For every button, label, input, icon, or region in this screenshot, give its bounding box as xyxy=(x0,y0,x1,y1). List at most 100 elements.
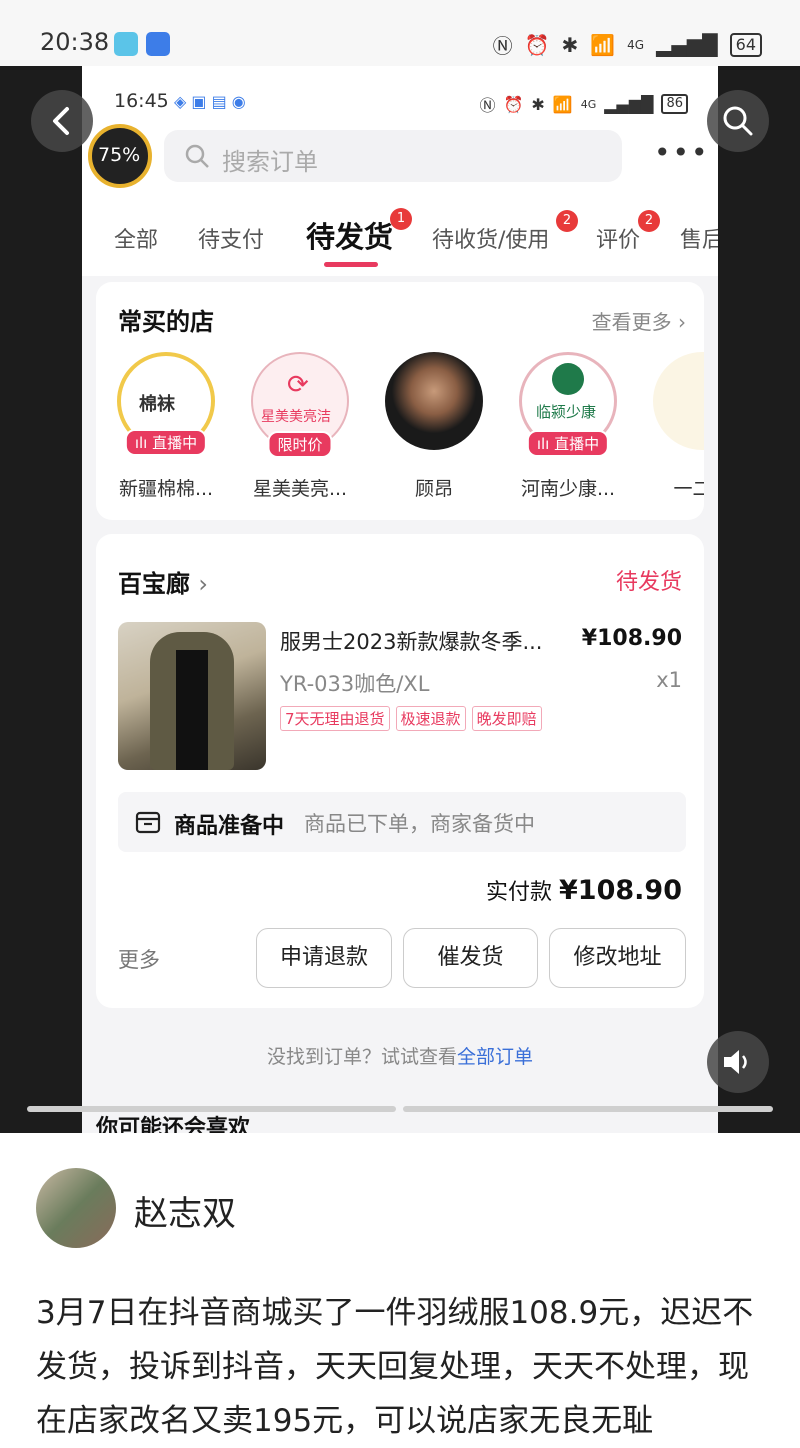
urge-shipment-button[interactable]: 催发货 xyxy=(403,928,538,988)
tab-pending-shipment-badge: 1 xyxy=(390,208,412,230)
more-actions-link[interactable]: 更多 xyxy=(118,944,160,974)
shop-name: 星美美亮... xyxy=(252,478,348,500)
alarm-icon: ⏰ xyxy=(503,94,524,114)
live-tag: ılı 直播中 xyxy=(526,430,610,457)
tab-review-badge: 2 xyxy=(638,210,660,232)
shop-avatar-photo xyxy=(385,352,483,450)
embedded-app-screen: 16:45 ◈ ▣ ▤ ◉ Ⓝ ⏰ ✱ 📶 4G ▂▄▆█ 86 搜索订单 ••… xyxy=(82,66,718,1133)
tab-pending-payment[interactable]: 待支付 xyxy=(198,222,264,254)
service-tag: 7天无理由退货 xyxy=(280,706,390,731)
see-more-link[interactable]: 查看更多 › xyxy=(592,306,686,335)
video-player[interactable]: 16:45 ◈ ▣ ▤ ◉ Ⓝ ⏰ ✱ 📶 4G ▂▄▆█ 86 搜索订单 ••… xyxy=(0,66,800,1133)
speaker-icon xyxy=(724,1050,747,1074)
search-box[interactable]: 搜索订单 xyxy=(164,130,622,182)
product-image[interactable] xyxy=(118,622,266,770)
all-orders-link[interactable]: 全部订单 xyxy=(457,1046,533,1068)
bluetooth-icon: ✱ xyxy=(531,94,545,114)
progress-ring: 75% xyxy=(88,124,152,188)
author-avatar[interactable] xyxy=(36,1168,116,1248)
wifi-icon: 📶 xyxy=(552,94,573,114)
network-type: 4G xyxy=(627,37,645,52)
active-tab-underline xyxy=(324,262,378,267)
not-found-hint: 没找到订单？试试查看全部订单 xyxy=(82,1042,718,1069)
change-address-button[interactable]: 修改地址 xyxy=(549,928,686,988)
progress-description: 商品已下单，商家备货中 xyxy=(304,812,535,836)
more-options-icon[interactable]: ••• xyxy=(654,136,710,169)
store-name: 百宝廊 xyxy=(118,570,190,598)
tab-all[interactable]: 全部 xyxy=(114,222,158,254)
order-tabs: 全部 待支付 待发货 1 待收货/使用 2 评价 2 售后 xyxy=(82,208,718,274)
tab-pending-receipt[interactable]: 待收货/使用 xyxy=(432,222,549,254)
product-title[interactable]: 服男士2023新款爆款冬季... xyxy=(280,626,542,656)
alarm-icon: ⏰ xyxy=(524,32,550,57)
shop-name: 新疆棉棉... xyxy=(118,478,214,500)
outer-status-time: 20:38 xyxy=(40,28,110,56)
paid-amount: 实付款 ¥108.90 xyxy=(486,874,682,906)
shop-name: 河南少康... xyxy=(520,478,616,500)
inner-status-icons: Ⓝ ⏰ ✱ 📶 4G ▂▄▆█ 86 xyxy=(479,92,688,116)
frequent-shops-title: 常买的店 xyxy=(118,308,214,336)
tab-after-sales[interactable]: 售后 xyxy=(680,222,718,254)
shop-tag-label: 直播中 xyxy=(152,434,198,452)
recommend-title: 你可能还会喜欢 xyxy=(96,1116,251,1133)
chevron-right-icon: › xyxy=(678,310,686,334)
volume-button[interactable] xyxy=(707,1031,769,1093)
bluetooth-icon: ✱ xyxy=(561,32,579,57)
shop-logo xyxy=(653,352,704,450)
service-tags: 7天无理由退货 极速退款 晚发即赔 xyxy=(280,706,542,731)
jacket-inner xyxy=(176,650,208,770)
shop-logo-icon xyxy=(552,363,584,395)
nfc-icon: Ⓝ xyxy=(479,96,496,115)
store-app-icon xyxy=(146,32,170,56)
search-overlay-button[interactable] xyxy=(707,90,769,152)
shop-name: 一二丫 xyxy=(673,478,704,500)
shop-item[interactable]: 顾昂 xyxy=(374,352,494,501)
signal-icon: ▂▄▆█ xyxy=(604,94,654,114)
inner-status-time: 16:45 xyxy=(114,90,169,112)
chevron-right-icon: › xyxy=(198,570,208,598)
video-scrub-bar-left[interactable] xyxy=(27,1106,396,1112)
tab-pending-shipment[interactable]: 待发货 xyxy=(306,214,393,256)
product-price: ¥108.90 xyxy=(581,626,682,651)
shop-logo-text: 棉袜 xyxy=(139,394,175,415)
battery-icon: 64 xyxy=(729,32,762,57)
post-text: 3月7日在抖音商城买了一件羽绒服108.9元，迟迟不发货，投诉到抖音，天天回复处… xyxy=(36,1295,754,1439)
shop-logo-text: 临颍少康 xyxy=(536,403,597,421)
service-tag: 极速退款 xyxy=(395,706,466,731)
shop-logo-text: 星美美亮洁 xyxy=(261,409,331,425)
network-type: 4G xyxy=(580,97,597,111)
chevron-left-icon xyxy=(53,107,69,135)
wifi-icon: 📶 xyxy=(590,32,616,57)
live-tag: ılı 直播中 xyxy=(124,429,208,456)
progress-title: 商品准备中 xyxy=(174,814,285,839)
frequent-shops-card: 常买的店 查看更多 › 棉袜 ılı 直播中 新疆棉棉... ⟳ 星美美亮洁 限… xyxy=(96,282,704,520)
limited-price-tag: 限时价 xyxy=(267,431,333,458)
signal-icon: ▂▄▆█ xyxy=(656,32,718,57)
product-sku: YR-033咖色/XL xyxy=(280,672,430,696)
search-icon xyxy=(185,144,209,168)
shop-logo: 临颍少康 ılı 直播中 xyxy=(519,352,617,457)
order-card: 百宝廊 › 待发货 服男士2023新款爆款冬季... ¥108.90 YR-03… xyxy=(96,534,704,1008)
author-name[interactable]: 赵志双 xyxy=(134,1186,236,1235)
paid-label: 实付款 xyxy=(486,880,553,905)
video-scrub-bar-right[interactable] xyxy=(403,1106,773,1112)
request-refund-button[interactable]: 申请退款 xyxy=(256,928,392,988)
shipping-progress[interactable]: 商品准备中 商品已下单，商家备货中 xyxy=(118,792,686,852)
shop-item[interactable]: 棉袜 ılı 直播中 新疆棉棉... xyxy=(106,352,226,501)
shop-logo: ⟳ 星美美亮洁 限时价 xyxy=(251,352,349,458)
live-icon: ılı xyxy=(536,435,550,453)
book-app-icon xyxy=(114,32,138,56)
live-icon: ılı xyxy=(134,434,148,452)
shop-logo: 棉袜 ılı 直播中 xyxy=(117,352,215,456)
back-button[interactable] xyxy=(31,90,93,152)
shop-item[interactable]: 一二丫 xyxy=(642,352,704,501)
shop-item[interactable]: ⟳ 星美美亮洁 限时价 星美美亮... xyxy=(240,352,360,501)
product-quantity: x1 xyxy=(656,668,682,692)
nfc-icon: Ⓝ xyxy=(492,34,513,58)
tab-review[interactable]: 评价 xyxy=(596,222,640,254)
search-placeholder: 搜索订单 xyxy=(222,148,318,176)
shop-name: 顾昂 xyxy=(414,478,453,500)
shop-item[interactable]: 临颍少康 ılı 直播中 河南少康... xyxy=(508,352,628,501)
search-icon xyxy=(723,106,753,136)
store-name-link[interactable]: 百宝廊 › xyxy=(118,564,208,599)
